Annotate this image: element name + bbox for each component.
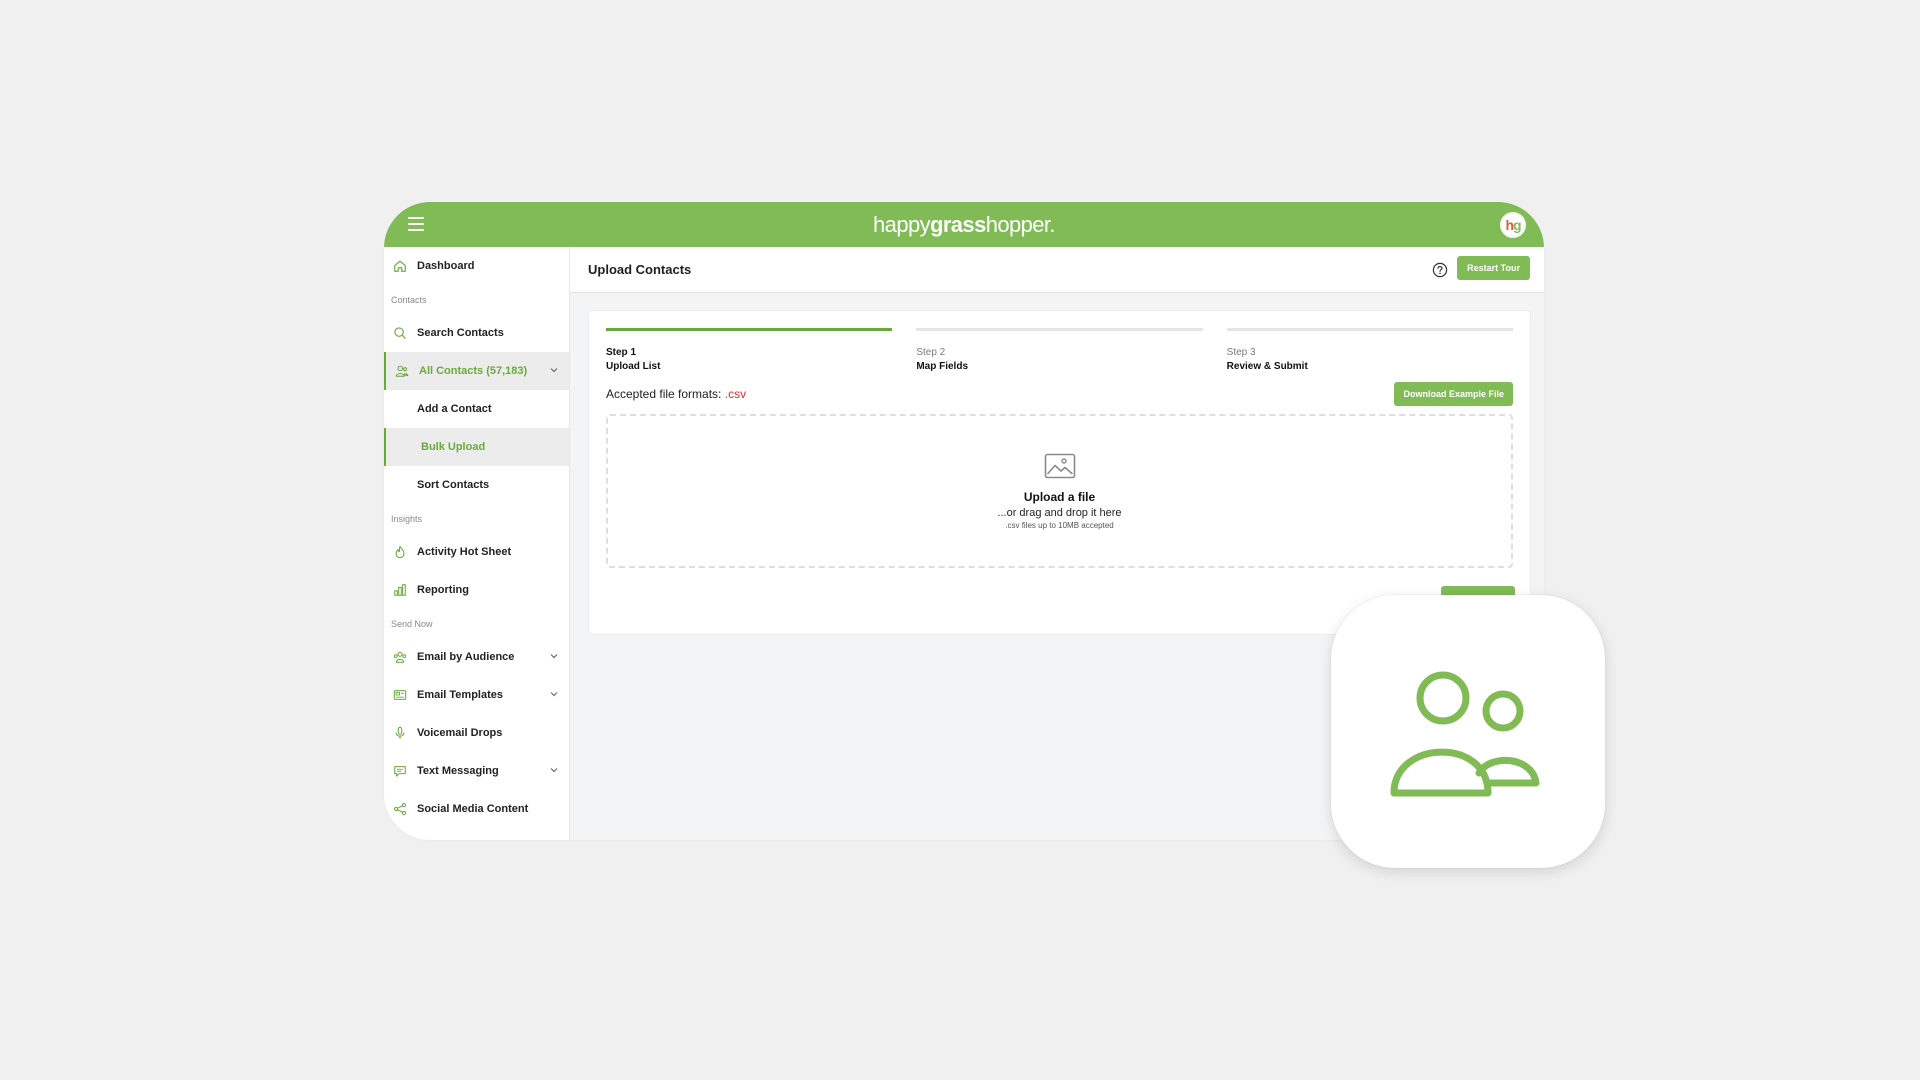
sidebar-item-search-contacts[interactable]: Search Contacts [384, 314, 569, 352]
sidebar-item-add-contact[interactable]: Add a Contact [384, 390, 569, 428]
share-icon [392, 801, 408, 817]
avatar[interactable]: hg [1500, 212, 1526, 238]
sidebar-item-text-messaging[interactable]: Text Messaging [384, 752, 569, 790]
sidebar-item-label: Dashboard [417, 260, 475, 272]
step-number: Step 2 [916, 347, 946, 358]
drag-drop-text: ...or drag and drop it here [997, 506, 1122, 519]
sidebar-item-label: Text Messaging [417, 765, 499, 777]
section-label-insights: Insights [391, 513, 423, 524]
step-number: Step 1 [606, 347, 637, 358]
email-audience-icon [392, 649, 408, 665]
sidebar-item-email-templates[interactable]: Email Templates [384, 676, 569, 714]
logo[interactable]: happygrasshopper. [873, 212, 1055, 238]
content-header: Upload Contacts Restart Tour [570, 247, 1544, 293]
chevron-down-icon[interactable] [549, 365, 559, 378]
chevron-down-icon[interactable] [549, 765, 559, 778]
sidebar-item-social-media-content[interactable]: Social Media Content [384, 790, 569, 828]
page-title: Upload Contacts [588, 262, 692, 277]
sidebar-item-bulk-upload[interactable]: Bulk Upload [384, 428, 569, 466]
step-3: Step 3 Review & Submit [1226, 328, 1513, 372]
step-2: Step 2 Map Fields [916, 328, 1203, 372]
sidebar-item-dashboard[interactable]: Dashboard [384, 247, 569, 285]
logo-mark: . [1049, 211, 1055, 237]
sidebar-item-voicemail-drops[interactable]: Voicemail Drops [384, 714, 569, 752]
sidebar-item-label: Add a Contact [417, 403, 492, 415]
chevron-down-icon[interactable] [549, 689, 559, 702]
logo-prefix: happy [873, 211, 931, 237]
sidebar-item-label: Voicemail Drops [417, 727, 503, 739]
section-label-send-now: Send Now [391, 618, 433, 629]
sidebar-item-label: Search Contacts [417, 327, 504, 339]
sidebar-item-label: Social Media Content [417, 803, 529, 815]
sidebar-item-all-contacts[interactable]: All Contacts (57,183) [384, 352, 569, 390]
sidebar-item-label: Email Templates [417, 689, 503, 701]
fire-icon [392, 544, 408, 560]
file-dropzone[interactable]: Upload a file ...or drag and drop it her… [606, 414, 1513, 568]
step-number: Step 3 [1226, 347, 1256, 358]
upload-card: Step 1 Upload List Step 2 Map Fields Ste… [588, 310, 1531, 635]
sidebar-item-label: All Contacts (57,183) [419, 365, 528, 377]
sidebar-item-activity-hot-sheet[interactable]: Activity Hot Sheet [384, 533, 569, 571]
bar-chart-icon [392, 582, 408, 598]
sidebar-item-label: Activity Hot Sheet [417, 546, 512, 558]
chevron-down-icon[interactable] [549, 651, 559, 664]
image-icon [1044, 453, 1076, 484]
microphone-icon [392, 725, 408, 741]
stepper: Step 1 Upload List Step 2 Map Fields Ste… [606, 328, 1513, 372]
avatar-g: g [1513, 217, 1522, 233]
upload-file-link[interactable]: Upload a file [1024, 490, 1095, 504]
search-icon [392, 325, 408, 341]
step-progress-bar [1226, 328, 1513, 331]
step-progress-bar [606, 328, 893, 331]
contacts-app-icon [1331, 595, 1605, 868]
sidebar: Dashboard Contacts Search Contacts All C… [384, 247, 570, 840]
logo-bold: grass [930, 211, 986, 237]
step-label: Review & Submit [1226, 361, 1308, 372]
logo-suffix: hopper [985, 211, 1050, 237]
step-label: Upload List [606, 361, 661, 372]
home-icon [392, 258, 408, 274]
top-bar: happygrasshopper. hg [384, 202, 1544, 247]
sidebar-item-label: Email by Audience [417, 651, 515, 663]
step-progress-bar [916, 328, 1203, 331]
formats-label: Accepted file formats: [606, 387, 722, 401]
sidebar-item-label: Sort Contacts [417, 479, 490, 491]
accepted-formats: Accepted file formats: .csv [606, 387, 746, 401]
sidebar-item-email-by-audience[interactable]: Email by Audience [384, 638, 569, 676]
download-example-button[interactable]: Download Example File [1394, 382, 1513, 406]
users-icon [394, 363, 410, 379]
sidebar-item-label: Bulk Upload [421, 441, 486, 453]
step-1: Step 1 Upload List [606, 328, 893, 372]
help-icon[interactable] [1432, 262, 1448, 283]
formats-extension: .csv [724, 387, 747, 401]
chat-icon [392, 763, 408, 779]
sidebar-item-reporting[interactable]: Reporting [384, 571, 569, 609]
sidebar-item-label: Reporting [417, 584, 469, 596]
section-label-contacts: Contacts [391, 294, 427, 305]
step-label: Map Fields [916, 361, 969, 372]
avatar-h: h [1505, 217, 1514, 233]
users-icon [1390, 671, 1540, 796]
hamburger-icon[interactable] [408, 217, 424, 231]
restart-tour-button[interactable]: Restart Tour [1457, 256, 1530, 280]
sidebar-item-sort-contacts[interactable]: Sort Contacts [384, 466, 569, 504]
email-template-icon [392, 687, 408, 703]
upload-hint: .csv files up to 10MB accepted [1005, 520, 1114, 530]
